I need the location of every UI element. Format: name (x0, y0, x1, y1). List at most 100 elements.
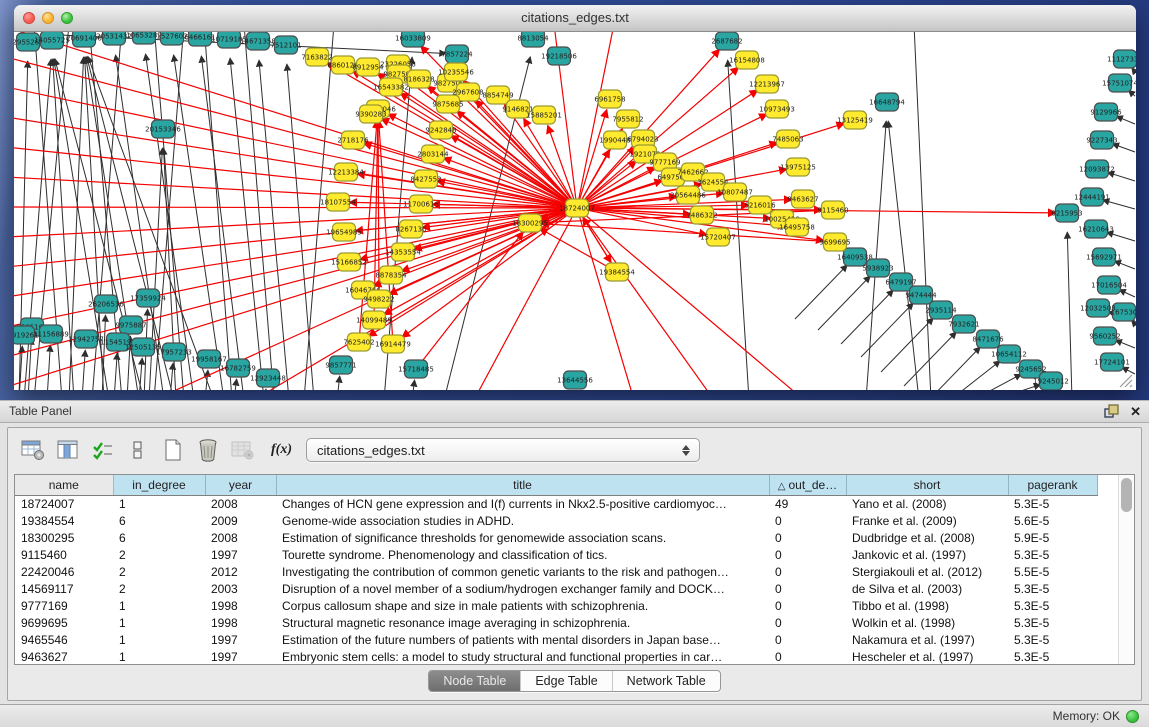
table-scrollbar[interactable] (1118, 475, 1134, 664)
table-cell[interactable]: 2 (113, 547, 205, 564)
column-header-out-de-[interactable]: △out_de… (769, 475, 846, 495)
graph-edge[interactable] (540, 228, 617, 272)
network-canvas[interactable]: 2955261140557252069140620531432106532871… (14, 32, 1136, 390)
graph-node[interactable]: 15718485 (398, 360, 434, 378)
table-cell[interactable]: Estimation of the future numbers of pati… (276, 632, 769, 649)
graph-node[interactable]: 8878354 (375, 266, 407, 284)
column-header-short[interactable]: short (846, 475, 1008, 495)
graph-node[interactable]: 26206536 (88, 295, 124, 313)
graph-edge[interactable] (82, 350, 85, 390)
table-cell[interactable]: 5.5E-5 (1008, 564, 1097, 581)
table-cell[interactable]: Embryonic stem cells: a model to study s… (276, 649, 769, 665)
panel-splitter[interactable]: Table Panel ✕ (0, 400, 1149, 423)
table-row[interactable]: 977716911998Corpus callosum shape and si… (15, 598, 1097, 615)
table-cell[interactable]: 9465546 (15, 632, 113, 649)
table-cell[interactable]: 18724007 (15, 495, 113, 513)
graph-node[interactable]: 9227343 (1086, 131, 1117, 149)
table-cell[interactable]: 2008 (205, 530, 276, 547)
table-cell[interactable]: Yano et al. (2008) (846, 495, 1008, 513)
table-cell[interactable]: Hescheler et al. (1997) (846, 649, 1008, 665)
table-cell[interactable]: 9777169 (15, 598, 113, 615)
tab-node-table[interactable]: Node Table (429, 671, 521, 691)
table-cell[interactable]: Dudbridge et al. (2008) (846, 530, 1008, 547)
graph-node[interactable]: 2803144 (417, 145, 449, 163)
table-cell[interactable]: Franke et al. (2009) (846, 513, 1008, 530)
table-cell[interactable]: 9699695 (15, 615, 113, 632)
table-cell[interactable]: 18300295 (15, 530, 113, 547)
graph-edge[interactable] (379, 120, 393, 344)
column-header-name[interactable]: name (15, 475, 113, 495)
graph-edge[interactable] (14, 208, 577, 297)
graph-node[interactable]: 7955812 (612, 110, 643, 128)
table-cell[interactable]: 2008 (205, 495, 276, 513)
table-cell[interactable]: 0 (769, 513, 846, 530)
table-cell[interactable]: 19384554 (15, 513, 113, 530)
table-row[interactable]: 946554611997Estimation of the future num… (15, 632, 1097, 649)
graph-edge[interactable] (1114, 261, 1135, 269)
graph-node[interactable]: 9560252 (1089, 327, 1120, 345)
graph-node[interactable]: 11700616 (403, 195, 439, 213)
table-cell[interactable]: 5.3E-5 (1008, 581, 1097, 598)
graph-node[interactable]: 11127331 (1107, 50, 1136, 68)
table-cell[interactable]: 6 (113, 513, 205, 530)
table-cell[interactable]: 1998 (205, 615, 276, 632)
graph-edge[interactable] (888, 121, 919, 390)
graph-edge[interactable] (1115, 340, 1135, 348)
new-column-icon[interactable] (160, 437, 186, 463)
table-selector-dropdown[interactable]: citations_edges.txt (306, 438, 700, 462)
graph-node[interactable]: 1527602 (156, 32, 187, 45)
table-cell[interactable]: Structural magnetic resonance image aver… (276, 615, 769, 632)
graph-node[interactable]: 12213967 (749, 75, 785, 93)
table-cell[interactable]: 49 (769, 495, 846, 513)
graph-node[interactable]: 16154808 (729, 51, 765, 69)
function-builder-icon[interactable]: f(x) (271, 442, 292, 458)
graph-node[interactable]: 7512101 (270, 36, 301, 54)
table-cell[interactable]: Changes of HCN gene expression and I(f) … (276, 495, 769, 513)
table-cell[interactable]: 1 (113, 495, 205, 513)
delete-column-icon[interactable] (195, 437, 221, 463)
table-cell[interactable]: 5.3E-5 (1008, 649, 1097, 665)
graph-node[interactable]: 9463627 (787, 190, 818, 208)
column-header-pagerank[interactable]: pagerank (1008, 475, 1097, 495)
graph-node[interactable]: 15720407 (700, 228, 736, 246)
graph-edge[interactable] (577, 208, 634, 390)
graph-edge[interactable] (795, 265, 847, 319)
table-cell[interactable]: Wolkin et al. (1998) (846, 615, 1008, 632)
graph-node[interactable]: 7857224 (441, 45, 473, 63)
row-height-icon[interactable] (125, 437, 151, 463)
column-header-in-degree[interactable]: in_degree (113, 475, 205, 495)
table-cell[interactable]: Disruption of a novel member of a sodium… (276, 581, 769, 598)
graph-edge[interactable] (861, 303, 913, 357)
graph-node[interactable]: 8215953 (1051, 204, 1082, 222)
close-panel-icon[interactable]: ✕ (1130, 403, 1141, 420)
tab-network-table[interactable]: Network Table (613, 671, 720, 691)
graph-node[interactable]: 8471676 (972, 330, 1004, 348)
graph-edge[interactable] (971, 374, 1021, 390)
graph-edge[interactable] (264, 389, 266, 390)
table-cell[interactable]: Investigating the contribution of common… (276, 564, 769, 581)
graph-node[interactable]: 9129966 (1090, 103, 1122, 121)
table-cell[interactable]: 1 (113, 615, 205, 632)
column-visibility-icon[interactable] (55, 437, 81, 463)
graph-node[interactable]: 16914479 (375, 335, 411, 353)
table-cell[interactable]: 1 (113, 632, 205, 649)
graph-edge[interactable] (1119, 290, 1135, 297)
graph-node[interactable]: 13125419 (837, 111, 873, 129)
table-cell[interactable]: 5.9E-5 (1008, 530, 1097, 547)
graph-edge[interactable] (577, 208, 714, 390)
table-cell[interactable]: Corpus callosum shape and size in male p… (276, 598, 769, 615)
graph-edge[interactable] (412, 380, 415, 390)
table-cell[interactable]: 14569117 (15, 581, 113, 598)
table-cell[interactable]: Estimation of significance thresholds fo… (276, 530, 769, 547)
graph-node[interactable]: 16210643 (1078, 220, 1114, 238)
table-cell[interactable]: 5.3E-5 (1008, 547, 1097, 564)
graph-node[interactable]: 15751074 (1102, 74, 1136, 92)
column-checklist-icon[interactable] (90, 437, 116, 463)
graph-node[interactable]: 6961758 (594, 90, 625, 108)
table-cell[interactable]: Stergiakouli et al. (2012) (846, 564, 1008, 581)
table-cell[interactable]: 1 (113, 649, 205, 665)
graph-node[interactable]: 16033809 (395, 32, 431, 47)
table-cell[interactable]: 1 (113, 598, 205, 615)
graph-edge[interactable] (201, 56, 244, 390)
graph-node[interactable]: 9875685 (432, 95, 463, 113)
